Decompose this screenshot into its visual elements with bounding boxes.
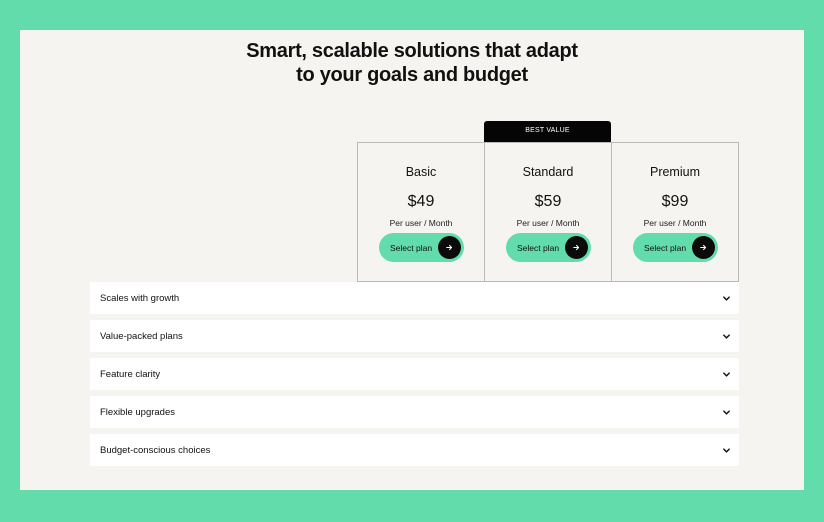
best-value-badge: BEST VALUE <box>484 121 611 143</box>
select-plan-basic-button[interactable]: Select plan <box>379 233 464 262</box>
arrow-right-icon <box>565 236 588 259</box>
arrow-right-icon <box>438 236 461 259</box>
feature-label: Scales with growth <box>100 292 180 304</box>
select-plan-label: Select plan <box>390 242 433 253</box>
plan-basic: Basic $49 Per user / Month Select plan <box>358 143 484 281</box>
feature-label: Value-packed plans <box>100 330 183 342</box>
select-plan-label: Select plan <box>644 242 687 253</box>
feature-label: Budget-conscious choices <box>100 444 211 456</box>
chevron-down-icon[interactable] <box>722 294 731 303</box>
page-title-line-2: to your goals and budget <box>296 64 528 86</box>
feature-row-scales-with-growth[interactable]: Scales with growth <box>90 282 739 314</box>
plan-name: Basic <box>405 165 437 179</box>
select-plan-label: Select plan <box>517 242 560 253</box>
feature-row-flexible-upgrades[interactable]: Flexible upgrades <box>90 396 739 428</box>
chevron-down-icon[interactable] <box>722 446 731 455</box>
pricing-panel: Smart, scalable solutions that adapt to … <box>20 30 804 490</box>
plan-price: $49 <box>407 193 435 210</box>
plan-price: $59 <box>534 193 562 210</box>
chevron-down-icon[interactable] <box>722 332 731 341</box>
feature-label: Feature clarity <box>100 368 161 380</box>
page-title-line-1: Smart, scalable solutions that adapt <box>246 40 578 62</box>
feature-row-value-packed-plans[interactable]: Value-packed plans <box>90 320 739 352</box>
page-title: Smart, scalable solutions that adapt to … <box>20 39 804 87</box>
chevron-down-icon[interactable] <box>722 408 731 417</box>
feature-row-budget-conscious-choices[interactable]: Budget-conscious choices <box>90 434 739 466</box>
features-accordion: Scales with growth Value-packed plans Fe… <box>90 282 739 472</box>
plans-table: Basic $49 Per user / Month Select plan S… <box>357 142 739 282</box>
chevron-down-icon[interactable] <box>722 370 731 379</box>
select-plan-premium-button[interactable]: Select plan <box>633 233 718 262</box>
plan-period: Per user / Month <box>643 218 707 228</box>
feature-label: Flexible upgrades <box>100 406 175 418</box>
plan-price: $99 <box>661 193 689 210</box>
arrow-right-icon <box>692 236 715 259</box>
feature-row-feature-clarity[interactable]: Feature clarity <box>90 358 739 390</box>
plan-period: Per user / Month <box>516 218 580 228</box>
plan-period: Per user / Month <box>389 218 453 228</box>
select-plan-standard-button[interactable]: Select plan <box>506 233 591 262</box>
plan-name: Standard <box>522 165 574 179</box>
plan-standard: Standard $59 Per user / Month Select pla… <box>484 143 611 281</box>
plan-name: Premium <box>649 165 700 179</box>
plan-premium: Premium $99 Per user / Month Select plan <box>611 143 738 281</box>
